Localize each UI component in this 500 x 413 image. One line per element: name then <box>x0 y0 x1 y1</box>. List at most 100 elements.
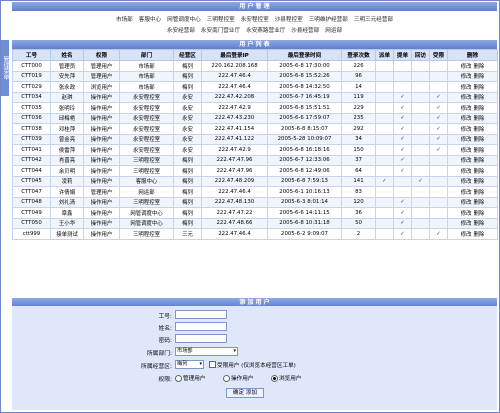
cell-c2 <box>393 60 412 72</box>
cell-ip: 222.47.46.4 <box>201 70 268 82</box>
cell-area: 梅列 <box>173 196 202 208</box>
cell-count: 64 <box>341 165 376 177</box>
row-actions: 修改 删除 <box>447 207 498 219</box>
edit-link[interactable]: 修改 <box>461 190 472 196</box>
column-header: 权限 <box>83 49 120 61</box>
edit-link[interactable]: 修改 <box>461 85 472 91</box>
id-input[interactable] <box>175 310 227 319</box>
delete-link[interactable]: 删除 <box>474 85 485 91</box>
edit-link[interactable]: 修改 <box>461 106 472 112</box>
cell-ip: 222.47.46.4 <box>201 186 268 198</box>
cell-c3 <box>411 102 430 114</box>
delete-link[interactable]: 删除 <box>474 211 485 217</box>
department-link[interactable]: 三明维护经营部 <box>309 17 348 23</box>
column-header: 登录次数 <box>341 49 376 61</box>
restricted-checkbox[interactable] <box>209 361 216 368</box>
delete-link[interactable]: 删除 <box>474 116 485 122</box>
table-row: CTT049 章鑫 操作用户 网管调度中心 梅列 222.47.47.22 2005-6-6… <box>12 207 498 219</box>
cell-c2: ✓ <box>393 207 412 219</box>
department-link[interactable]: 永安燕路营业厅 <box>246 28 285 34</box>
cell-c3 <box>411 165 430 177</box>
edit-link[interactable]: 修改 <box>461 74 472 80</box>
department-link[interactable]: 三明程控室 <box>207 17 235 23</box>
role-radio-admin[interactable] <box>175 375 182 382</box>
department-link[interactable]: 客服中心 <box>139 17 161 23</box>
department-link[interactable]: 永安程控室 <box>241 17 269 23</box>
cell-name: 张明玲 <box>50 102 84 114</box>
cell-ip: 222.47.48.130 <box>201 196 268 208</box>
delete-link[interactable]: 删除 <box>474 148 485 154</box>
department-link[interactable]: 网管调度中心 <box>167 17 201 23</box>
delete-link[interactable]: 删除 <box>474 95 485 101</box>
department-select[interactable]: 市场部 <box>175 347 238 356</box>
cell-id: CTT000 <box>12 60 51 72</box>
edit-link[interactable]: 修改 <box>461 148 472 154</box>
department-link[interactable]: 永安南门营业厅 <box>201 28 240 34</box>
confirm-add-button[interactable]: 确定 添加 <box>226 388 264 398</box>
cell-time: 2005-6-6 17:59:07 <box>267 112 342 124</box>
cell-c1 <box>375 154 394 166</box>
cell-c1 <box>375 112 394 124</box>
row-actions: 修改 删除 <box>447 60 498 72</box>
area-select[interactable]: 梅列 <box>175 360 204 369</box>
delete-link[interactable]: 删除 <box>474 64 485 70</box>
cell-c4 <box>429 165 448 177</box>
cell-ip: 222.47.48.66 <box>201 217 268 229</box>
cell-id: CTT049 <box>12 207 51 219</box>
department-link[interactable]: 永安经营部 <box>167 28 195 34</box>
delete-link[interactable]: 删除 <box>474 200 485 206</box>
cell-area: 永安 <box>173 144 202 156</box>
cell-role: 操作用户 <box>83 175 120 187</box>
delete-link[interactable]: 删除 <box>474 137 485 143</box>
cell-c1 <box>375 133 394 145</box>
cell-c1 <box>375 91 394 103</box>
delete-link[interactable]: 删除 <box>474 127 485 133</box>
edit-link[interactable]: 修改 <box>461 127 472 133</box>
delete-link[interactable]: 删除 <box>474 158 485 164</box>
edit-link[interactable]: 修改 <box>461 158 472 164</box>
delete-link[interactable]: 删除 <box>474 190 485 196</box>
edit-link[interactable]: 修改 <box>461 95 472 101</box>
row-actions: 修改 删除 <box>447 154 498 166</box>
row-actions: 修改 删除 <box>447 70 498 82</box>
cell-name: 侯雷萍 <box>50 144 84 156</box>
cell-c3 <box>411 154 430 166</box>
delete-link[interactable]: 删除 <box>474 169 485 175</box>
edit-link[interactable]: 修改 <box>461 179 472 185</box>
department-link[interactable]: 网运部 <box>325 28 342 34</box>
department-link[interactable]: 市场部 <box>116 17 133 23</box>
cell-id: CTT039 <box>12 133 51 145</box>
delete-link[interactable]: 删除 <box>474 106 485 112</box>
cell-area: 永安 <box>173 133 202 145</box>
role-radio-viewer[interactable] <box>271 375 278 382</box>
edit-link[interactable]: 修改 <box>461 232 472 238</box>
edit-link[interactable]: 修改 <box>461 200 472 206</box>
edit-link[interactable]: 修改 <box>461 116 472 122</box>
department-link[interactable]: 沙县经营部 <box>291 28 319 34</box>
role-radio-operator[interactable] <box>223 375 230 382</box>
department-link[interactable]: 沙县程控室 <box>275 17 303 23</box>
password-input[interactable] <box>175 334 227 343</box>
cell-ip: 222.47.47.22 <box>201 207 268 219</box>
side-menu-tab[interactable]: 管理菜单 <box>1 40 9 96</box>
edit-link[interactable]: 修改 <box>461 137 472 143</box>
cell-c3 <box>411 228 430 240</box>
cell-ip: 220.162.208.168 <box>201 60 268 72</box>
delete-link[interactable]: 删除 <box>474 232 485 238</box>
cell-c2: ✓ <box>393 196 412 208</box>
delete-link[interactable]: 删除 <box>474 221 485 227</box>
cell-role: 操作用户 <box>83 217 120 229</box>
delete-link[interactable]: 删除 <box>474 74 485 80</box>
edit-link[interactable]: 修改 <box>461 211 472 217</box>
cell-c1 <box>375 123 394 135</box>
edit-link[interactable]: 修改 <box>461 64 472 70</box>
cell-dept: 三明程控室 <box>119 228 174 240</box>
department-link[interactable]: 三明三元经营部 <box>354 17 393 23</box>
delete-link[interactable]: 删除 <box>474 179 485 185</box>
edit-link[interactable]: 修改 <box>461 221 472 227</box>
cell-c3 <box>411 186 430 198</box>
name-input[interactable] <box>175 322 227 331</box>
cell-name: 张永政 <box>50 81 84 93</box>
edit-link[interactable]: 修改 <box>461 169 472 175</box>
table-row: CTT019 安先萍 管理用户 市场部 梅列 222.47.46.4 2005-6-8 15… <box>12 70 498 82</box>
